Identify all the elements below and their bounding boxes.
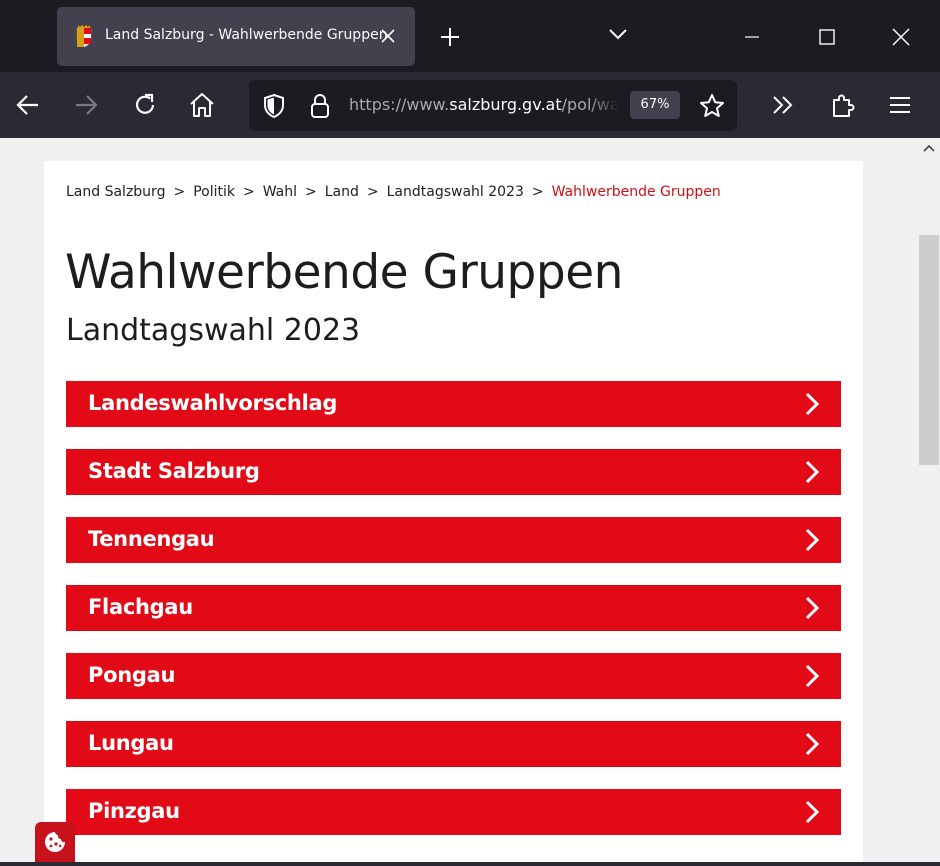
group-link-pongau[interactable]: Pongau: [66, 653, 841, 699]
breadcrumb-separator: >: [173, 184, 186, 200]
group-label: Stadt Salzburg: [88, 459, 260, 483]
hamburger-icon[interactable]: [885, 90, 915, 120]
reload-icon[interactable]: [130, 90, 160, 120]
breadcrumb-separator: >: [305, 184, 317, 200]
shield-icon[interactable]: [262, 93, 286, 119]
url-domain: salzburg.gv.at: [449, 95, 562, 114]
breadcrumb-separator: >: [366, 184, 379, 200]
lock-icon[interactable]: [309, 93, 331, 119]
group-list: Landeswahlvorschlag Stadt Salzburg Tenne…: [66, 381, 841, 857]
breadcrumb-separator: >: [531, 184, 544, 200]
chevron-right-icon: [805, 800, 820, 824]
page-viewport: Land Salzburg > Politik > Wahl > Land > Landtags…: [0, 138, 918, 866]
group-label: Flachgau: [88, 595, 193, 619]
chevron-right-icon: [805, 460, 820, 484]
back-arrow-icon[interactable]: [13, 90, 43, 120]
group-label: Tennengau: [88, 527, 215, 551]
page-title: Wahlwerbende Gruppen: [65, 245, 623, 300]
cookie-settings-button[interactable]: [35, 822, 75, 866]
breadcrumb-current: Wahlwerbende Gruppen: [551, 184, 721, 200]
chevron-right-icon: [805, 732, 820, 756]
scroll-up-arrow-icon[interactable]: [922, 142, 936, 154]
page-subtitle: Landtagswahl 2023: [66, 313, 361, 348]
forward-arrow-icon[interactable]: [71, 90, 101, 120]
group-link-tennengau[interactable]: Tennengau: [66, 517, 841, 563]
home-icon[interactable]: [187, 90, 217, 120]
cookie-icon: [45, 832, 65, 852]
group-link-pinzgau[interactable]: Pinzgau: [66, 789, 841, 835]
group-label: Lungau: [88, 731, 174, 755]
breadcrumb-item[interactable]: Wahl: [263, 184, 297, 200]
double-chevron-icon[interactable]: [768, 90, 798, 120]
group-link-landeswahlvorschlag[interactable]: Landeswahlvorschlag: [66, 381, 841, 427]
tab-strip: Land Salzburg - Wahlwerbende Gruppen: [0, 0, 940, 72]
breadcrumb: Land Salzburg > Politik > Wahl > Land > Landtags…: [66, 184, 721, 200]
breadcrumb-item[interactable]: Land: [325, 184, 359, 200]
breadcrumb-item[interactable]: Politik: [193, 184, 235, 200]
tab-title: Land Salzburg - Wahlwerbende Gruppen: [105, 27, 388, 43]
minimize-icon[interactable]: [742, 27, 762, 47]
bottom-edge: [0, 862, 940, 866]
chevron-right-icon: [805, 528, 820, 552]
new-tab-icon[interactable]: [438, 25, 462, 49]
url-bar[interactable]: https://www.salzburg.gv.at/pol/wahl 67%: [249, 80, 737, 131]
breadcrumb-separator: >: [242, 184, 255, 200]
list-all-tabs-icon[interactable]: [607, 26, 629, 42]
active-tab[interactable]: Land Salzburg - Wahlwerbende Gruppen: [57, 7, 415, 66]
close-window-icon[interactable]: [891, 27, 911, 47]
scrollbar-thumb[interactable]: [919, 235, 939, 465]
nav-toolbar: https://www.salzburg.gv.at/pol/wahl 67%: [0, 72, 940, 138]
chevron-right-icon: [805, 664, 820, 688]
zoom-level-button[interactable]: 67%: [630, 91, 680, 119]
url-fade: [589, 88, 619, 122]
breadcrumb-item[interactable]: Land Salzburg: [66, 184, 165, 200]
star-icon[interactable]: [698, 92, 726, 120]
breadcrumb-item[interactable]: Landtagswahl 2023: [387, 184, 524, 200]
salzburg-favicon-icon: [76, 25, 92, 48]
group-link-flachgau[interactable]: Flachgau: [66, 585, 841, 631]
chevron-right-icon: [805, 596, 820, 620]
group-label: Landeswahlvorschlag: [88, 391, 338, 415]
vertical-scrollbar[interactable]: [918, 138, 940, 866]
maximize-icon[interactable]: [817, 27, 837, 47]
url-text[interactable]: https://www.salzburg.gv.at/pol/wahl: [349, 95, 619, 114]
group-label: Pongau: [88, 663, 176, 687]
puzzle-icon[interactable]: [828, 90, 858, 120]
group-label: Pinzgau: [88, 799, 180, 823]
group-link-stadt-salzburg[interactable]: Stadt Salzburg: [66, 449, 841, 495]
close-tab-icon[interactable]: [379, 27, 397, 45]
group-link-lungau[interactable]: Lungau: [66, 721, 841, 767]
url-prefix: https://www.: [349, 95, 450, 114]
content-card: Land Salzburg > Politik > Wahl > Land > Landtags…: [44, 161, 863, 866]
chevron-right-icon: [805, 392, 820, 416]
